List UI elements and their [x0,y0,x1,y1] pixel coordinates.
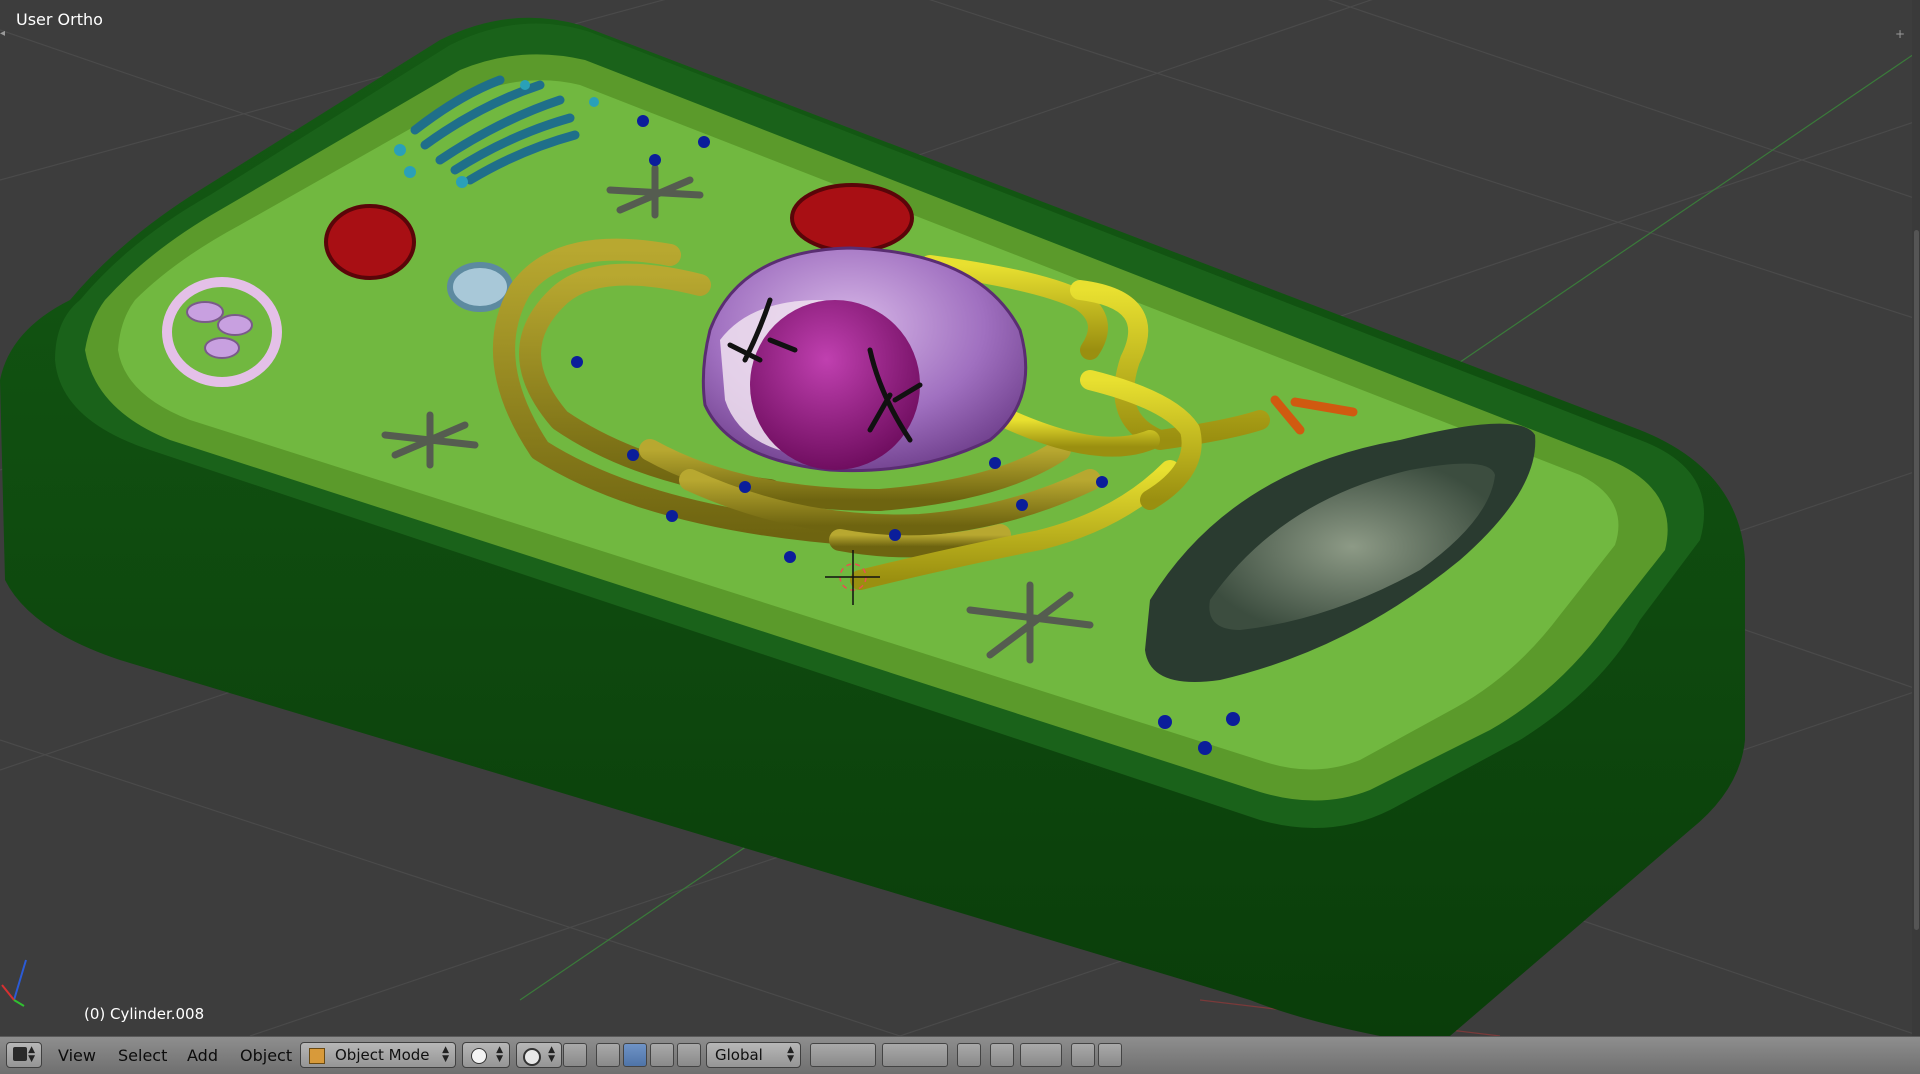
layer-buttons-left-icon[interactable] [810,1043,876,1067]
translate-manipulator-icon[interactable] [596,1043,620,1067]
viewport-title: User Ortho [16,10,103,29]
mitochondrion-left [324,204,416,280]
area-corner-icon[interactable]: ◂ [0,28,6,39]
chevron-updown-icon: ▲ ▼ [442,1045,449,1064]
plant-cell-model-render[interactable] [0,0,1920,1036]
move-arrow-icon[interactable] [623,1043,647,1067]
menu-view[interactable]: View [58,1046,96,1065]
pivot-point-icon [523,1048,541,1066]
area-split-plus-icon[interactable]: + [1894,28,1906,40]
menu-add[interactable]: Add [187,1046,218,1065]
manipulator-toggle-icon[interactable] [563,1043,587,1067]
axis-gizmo-icon [1,959,27,1007]
3d-view-header: ▲ ▼ View Select Add Object Object Mode ▲ ▼… [0,1036,1920,1074]
chevron-updown-icon: ▲ ▼ [787,1045,794,1064]
object-mode-cube-icon [309,1048,325,1064]
mode-label: Object Mode [335,1046,430,1064]
render-animation-icon[interactable] [1098,1043,1122,1067]
nucleolus [750,300,920,470]
3d-viewport[interactable]: User Ortho (0) Cylinder.008 + ◂ [0,0,1920,1036]
3d-view-icon [13,1047,27,1061]
transform-orientation-selector[interactable]: Global ▲ ▼ [706,1042,801,1068]
solid-sphere-icon [471,1048,487,1064]
render-camera-icon[interactable] [1071,1043,1095,1067]
chevron-updown-icon: ▲ ▼ [496,1045,503,1064]
pivot-point-selector[interactable]: ▲ ▼ [516,1042,562,1068]
rotate-manipulator-icon[interactable] [650,1043,674,1067]
editor-type-button[interactable]: ▲ ▼ [6,1042,42,1068]
transform-orientation-label: Global [715,1046,763,1064]
menu-select[interactable]: Select [118,1046,167,1065]
scale-manipulator-icon[interactable] [677,1043,701,1067]
mode-selector[interactable]: Object Mode ▲ ▼ [300,1042,456,1068]
active-object-label: (0) Cylinder.008 [84,1005,205,1023]
chevron-updown-icon: ▲ ▼ [548,1045,555,1064]
proportional-edit-icon[interactable] [990,1043,1014,1067]
viewport-shading-selector[interactable]: ▲ ▼ [462,1042,510,1068]
menu-object[interactable]: Object [240,1046,292,1065]
layer-buttons-right-icon[interactable] [882,1043,948,1067]
scrollbar-thumb[interactable] [1914,230,1919,930]
snap-element-icon[interactable] [1020,1043,1062,1067]
lysosome [447,262,513,312]
mitochondrion-top [790,183,914,253]
viewport-scrollbar[interactable] [1912,0,1920,1036]
chevron-updown-icon: ▲ ▼ [28,1045,35,1064]
lock-layers-icon[interactable] [957,1043,981,1067]
